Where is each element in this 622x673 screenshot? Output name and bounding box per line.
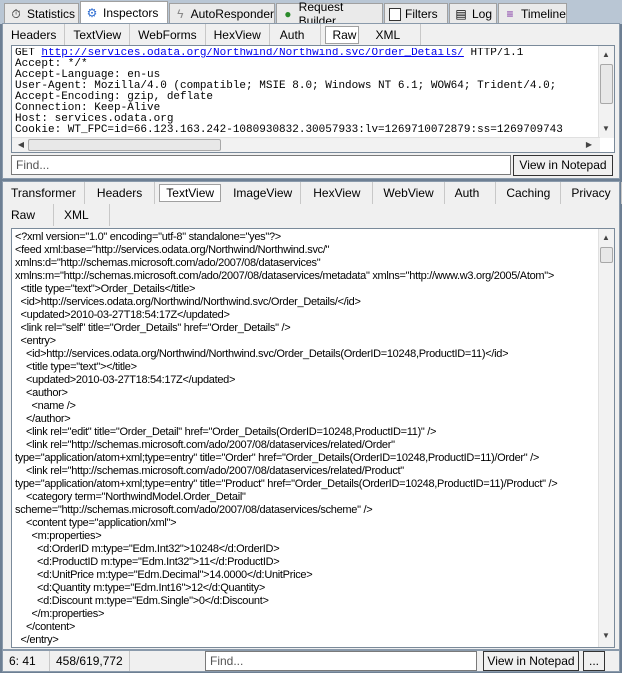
status-bar: 6: 41 458/619,772 Find... View in Notepa…	[2, 650, 620, 672]
scroll-thumb[interactable]	[600, 247, 613, 263]
req-tab-webforms[interactable]: WebForms	[130, 24, 206, 46]
request-header-line: Cookie: WT_FPC=id=66.123.163.242-1080930…	[15, 124, 563, 136]
response-find-input[interactable]: Find...	[205, 651, 477, 671]
resp-tab-transformer[interactable]: Transformer	[3, 182, 85, 204]
response-line: </content>	[15, 621, 76, 633]
more-options-button[interactable]: ...	[583, 651, 605, 671]
globe-icon: ●	[284, 7, 292, 21]
tab-autoresponder[interactable]: ϟ AutoResponder	[169, 3, 275, 24]
hscroll-thumb[interactable]	[28, 139, 221, 151]
response-subtabs-row1: Transformer Headers TextView ImageView H…	[3, 182, 622, 204]
timeline-icon: ≡	[506, 7, 514, 21]
req-tab-headers[interactable]: Headers	[3, 24, 66, 46]
request-find-input[interactable]: Find...	[11, 155, 511, 175]
response-line: <link rel="self" title="Order_Details" h…	[15, 322, 291, 334]
response-lines: <?xml version="1.0" encoding="utf-8" sta…	[15, 231, 600, 647]
scroll-thumb[interactable]	[600, 64, 613, 104]
tab-timeline[interactable]: ≡ Timeline	[498, 3, 567, 24]
req-tab-raw[interactable]: Raw	[325, 26, 360, 44]
response-line: type="application/atom+xml;type=entry" t…	[15, 478, 558, 490]
resp-tab-auth[interactable]: Auth	[445, 182, 497, 204]
req-tab-hexview[interactable]: HexView	[206, 24, 270, 46]
tab-log[interactable]: ▤ Log	[449, 3, 497, 24]
response-line: <link rel="edit" title="Order_Detail" hr…	[15, 426, 437, 438]
response-vertical-scrollbar[interactable]: ▲ ▼	[598, 229, 614, 647]
scroll-down-icon[interactable]: ▼	[599, 631, 613, 640]
stopwatch-icon: ⏱	[11, 7, 21, 21]
response-line: <m:properties>	[15, 530, 102, 542]
response-line: </entry>	[15, 634, 59, 646]
response-line: <?xml version="1.0" encoding="utf-8" sta…	[15, 231, 281, 243]
response-line: <content type="application/xml">	[15, 517, 177, 529]
tab-inspectors[interactable]: ⚙ Inspectors	[80, 1, 168, 24]
response-line: <d:UnitPrice m:type="Edm.Decimal">14.000…	[15, 569, 313, 581]
response-view-in-notepad-button[interactable]: View in Notepad	[483, 651, 579, 671]
tab-request-builder[interactable]: ● Request Builder	[276, 0, 383, 28]
request-line: GET http://services.odata.org/Northwind/…	[15, 48, 524, 59]
scroll-down-icon[interactable]: ▼	[599, 124, 613, 133]
raw-request-lines: GET http://services.odata.org/Northwind/…	[15, 48, 600, 136]
request-horizontal-scrollbar[interactable]: ◀ ▶	[12, 137, 600, 152]
response-subtabs-row2: Raw XML	[3, 204, 110, 226]
resp-tab-imageview[interactable]: ImageView	[225, 182, 302, 204]
scroll-up-icon[interactable]: ▲	[599, 50, 613, 59]
resp-tab-privacy[interactable]: Privacy	[561, 182, 622, 204]
scroll-left-icon[interactable]: ◀	[14, 140, 28, 149]
checkbox-icon	[389, 7, 401, 21]
response-line: <d:OrderID m:type="Edm.Int32">10248</d:O…	[15, 543, 280, 555]
scroll-up-icon[interactable]: ▲	[599, 233, 613, 242]
response-line: <entry>	[15, 335, 57, 347]
request-url-link[interactable]: http://services.odata.org/Northwind/Nort…	[41, 48, 463, 59]
req-tab-textview[interactable]: TextView	[65, 24, 131, 46]
response-line: <id>http://services.odata.org/Northwind/…	[15, 348, 509, 360]
resp-tab-hexview[interactable]: HexView	[301, 182, 374, 204]
response-line: <link rel="http://schemas.microsoft.com/…	[15, 439, 395, 451]
char-count: 458/619,772	[50, 651, 130, 671]
response-line: type="application/atom+xml;type=entry" t…	[15, 452, 539, 464]
response-line: <category term="NorthwindModel.Order_Det…	[15, 491, 246, 503]
response-line: xmlns:m="http://schemas.microsoft.com/ad…	[15, 270, 554, 282]
request-view-in-notepad-button[interactable]: View in Notepad	[513, 155, 613, 176]
resp-tab-caching[interactable]: Caching	[496, 182, 562, 204]
response-line: <d:Quantity m:type="Edm.Int16">12</d:Qua…	[15, 582, 265, 594]
response-line: <updated>2010-03-27T18:54:17Z</updated>	[15, 309, 230, 321]
scroll-right-icon[interactable]: ▶	[582, 140, 596, 149]
tab-statistics[interactable]: ⏱ Statistics	[4, 3, 79, 24]
response-line: <link rel="http://schemas.microsoft.com/…	[15, 465, 404, 477]
resp-tab-webview[interactable]: WebView	[373, 182, 445, 204]
response-line: <author>	[15, 387, 68, 399]
req-tab-xml[interactable]: XML	[363, 24, 422, 46]
resp-tab-textview[interactable]: TextView	[159, 184, 222, 202]
inspector-icon: ⚙	[86, 6, 98, 20]
top-tab-bar: ⏱ Statistics ⚙ Inspectors ϟ AutoResponder ●…	[0, 0, 622, 28]
resp-tab-xml[interactable]: XML	[54, 204, 110, 226]
response-line: <d:Discount m:type="Edm.Single">0</d:Dis…	[15, 595, 269, 607]
request-subtabs: Headers TextView WebForms HexView Auth R…	[3, 24, 422, 46]
tab-filters[interactable]: Filters	[384, 3, 448, 24]
response-line: <title type="text">Order_Details</title>	[15, 283, 196, 295]
response-line: scheme="http://schemas.microsoft.com/ado…	[15, 504, 373, 516]
req-tab-auth[interactable]: Auth	[270, 24, 322, 46]
response-text[interactable]: <?xml version="1.0" encoding="utf-8" sta…	[11, 228, 615, 648]
response-line: <name />	[15, 400, 76, 412]
response-line: xmlns:d="http://schemas.microsoft.com/ad…	[15, 257, 321, 269]
response-line: </m:properties>	[15, 608, 105, 620]
response-line: <d:ProductID m:type="Edm.Int32">11</d:Pr…	[15, 556, 280, 568]
response-line: <title type="text"></title>	[15, 361, 137, 373]
request-inspector: Headers TextView WebForms HexView Auth R…	[2, 23, 620, 179]
lightning-icon: ϟ	[177, 7, 184, 21]
cursor-position: 6: 41	[3, 651, 50, 671]
response-inspector: Transformer Headers TextView ImageView H…	[2, 181, 622, 650]
resp-tab-raw[interactable]: Raw	[3, 204, 55, 226]
raw-request-text[interactable]: GET http://services.odata.org/Northwind/…	[11, 45, 615, 153]
resp-tab-headers[interactable]: Headers	[85, 182, 156, 204]
log-icon: ▤	[455, 7, 467, 21]
response-line: </author>	[15, 413, 71, 425]
response-line: <feed xml:base="http://services.odata.or…	[15, 244, 330, 256]
response-line: <updated>2010-03-27T18:54:17Z</updated>	[15, 374, 236, 386]
request-vertical-scrollbar[interactable]: ▲ ▼	[598, 46, 614, 138]
response-line: <id>http://services.odata.org/Northwind/…	[15, 296, 361, 308]
